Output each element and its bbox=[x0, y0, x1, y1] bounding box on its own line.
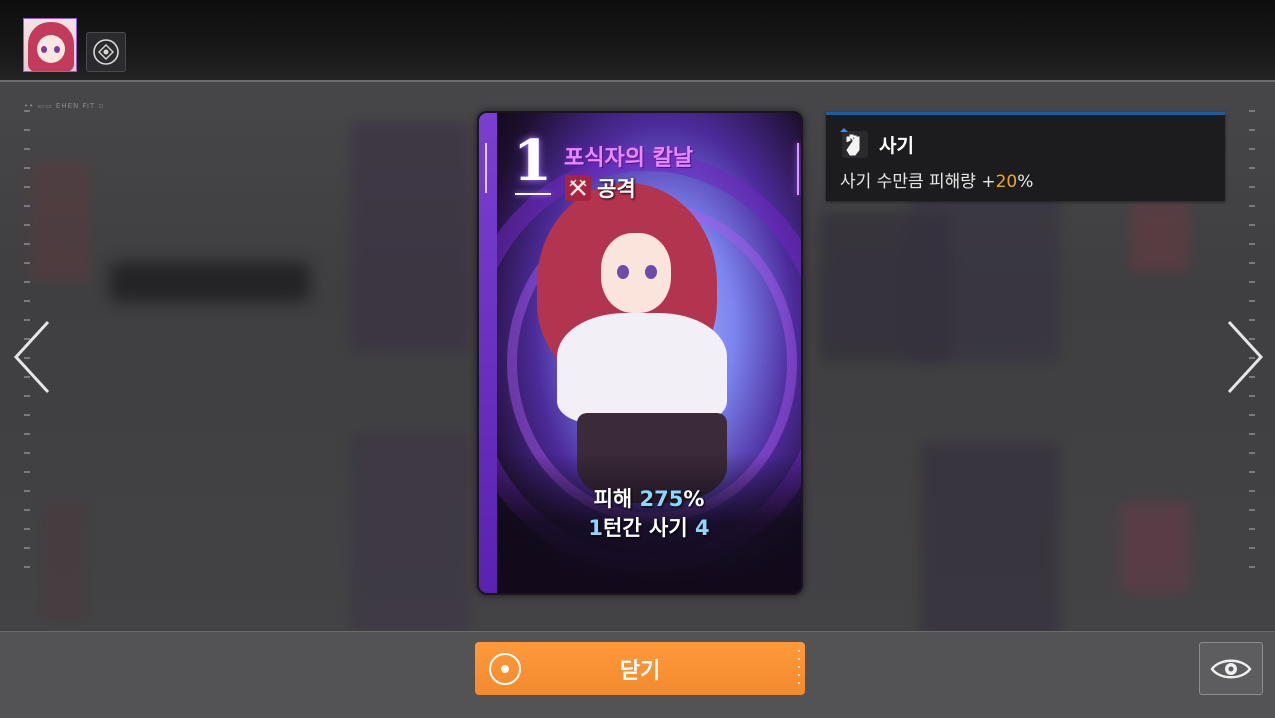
card-effect-morale: 1턴간 사기 4 bbox=[588, 516, 710, 540]
crossed-swords-icon bbox=[565, 175, 591, 201]
toggle-view-button[interactable] bbox=[1199, 642, 1263, 695]
top-bar bbox=[0, 0, 1275, 82]
damage-value: 275 bbox=[639, 487, 684, 511]
card-type-label: 공격 bbox=[597, 177, 636, 201]
previous-card-arrow[interactable] bbox=[10, 320, 54, 394]
card-side-rail bbox=[479, 113, 497, 593]
confirm-circle-icon bbox=[489, 653, 521, 685]
tooltip-description: 사기 수만큼 피해량 +20% bbox=[840, 172, 1034, 192]
card-rail-line bbox=[485, 143, 487, 193]
next-card-arrow[interactable] bbox=[1223, 320, 1267, 394]
target-view-button[interactable] bbox=[86, 32, 126, 72]
raised-fist-icon bbox=[838, 128, 870, 160]
eye-icon bbox=[1210, 659, 1252, 678]
chevron-left-icon bbox=[13, 320, 50, 394]
card-name: 포식자의 칼날 bbox=[564, 146, 694, 171]
card-detail-screen: •• ▭▭ EHEN FiT ▫ 1 포식자의 칼날 공격 피해 275% 1턴… bbox=[0, 0, 1275, 718]
chevron-right-icon bbox=[1227, 320, 1264, 394]
hud-decoration: •• ▭▭ EHEN FiT ▫ bbox=[24, 102, 105, 110]
skill-card: 1 포식자의 칼날 공격 피해 275% 1턴간 사기 4 bbox=[477, 111, 803, 595]
tooltip-title: 사기 bbox=[879, 135, 914, 157]
card-cost: 1 bbox=[513, 128, 552, 194]
dotted-edge-icon bbox=[798, 650, 800, 684]
character-avatar[interactable] bbox=[23, 18, 77, 72]
turn-count: 1 bbox=[588, 516, 604, 540]
close-button[interactable]: 닫기 bbox=[475, 642, 805, 695]
crosshair-icon bbox=[93, 39, 119, 65]
card-effect-damage: 피해 275% bbox=[593, 487, 705, 511]
morale-value: 4 bbox=[694, 516, 710, 540]
card-edge-glow bbox=[797, 143, 799, 195]
card-cost-underline bbox=[515, 193, 551, 195]
close-button-label: 닫기 bbox=[619, 658, 661, 684]
keyword-tooltip: 사기 사기 수만큼 피해량 +20% bbox=[826, 112, 1225, 201]
card-type: 공격 bbox=[565, 173, 636, 203]
